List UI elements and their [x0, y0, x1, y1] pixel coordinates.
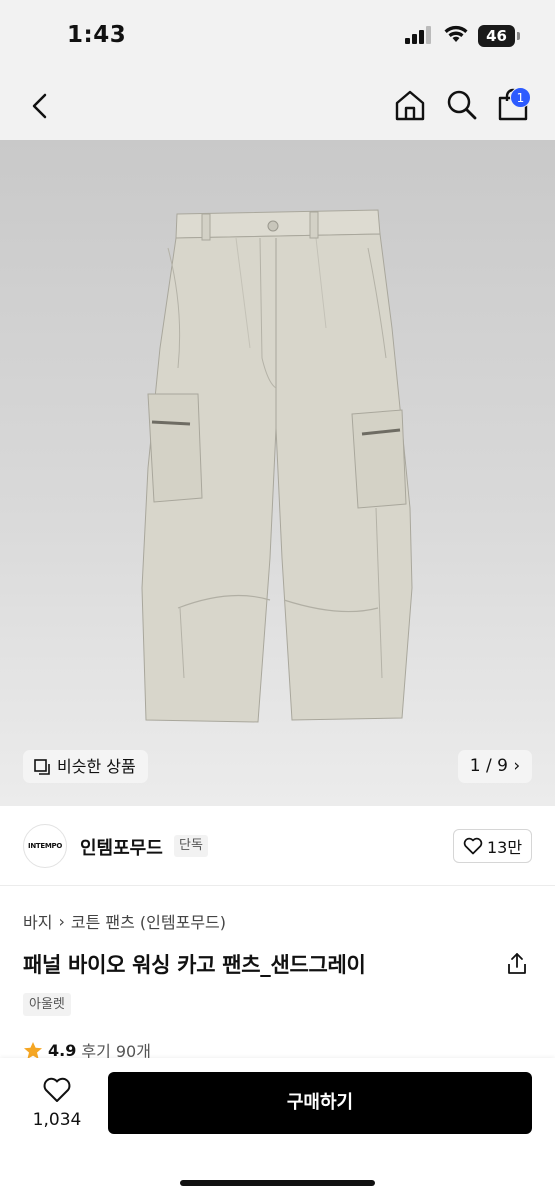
breadcrumb-separator-icon: ›	[58, 911, 65, 931]
heart-icon	[463, 837, 483, 855]
brand-name[interactable]: 인템포무드	[80, 834, 163, 860]
battery-cap	[517, 32, 520, 40]
status-bar: 1:43 46	[0, 0, 555, 72]
brand-like-count: 13만	[486, 838, 523, 857]
brand-logo[interactable]: INTEMPO	[23, 824, 67, 868]
image-pager[interactable]: 1 / 9 ›	[458, 750, 532, 783]
exclusive-badge: 단독	[174, 835, 208, 857]
search-icon[interactable]	[446, 89, 478, 121]
breadcrumb-subcategory[interactable]: 코튼 팬츠 (인템포무드)	[71, 909, 226, 933]
similar-products-label: 비슷한 상품	[57, 757, 136, 776]
product-image-gallery[interactable]: 비슷한 상품 1 / 9 ›	[0, 140, 555, 806]
cellular-signal-icon	[405, 26, 431, 44]
similar-products-button[interactable]: 비슷한 상품	[23, 750, 148, 783]
outlet-badge: 아울렛	[23, 993, 71, 1016]
copy-icon	[34, 758, 50, 775]
wifi-icon	[444, 25, 468, 42]
home-icon[interactable]	[393, 88, 427, 122]
status-time: 1:43	[67, 22, 127, 48]
bottom-purchase-bar: 1,034 구매하기	[0, 1058, 555, 1200]
pager-text: 1 / 9	[469, 756, 508, 776]
heart-outline-icon	[43, 1077, 71, 1102]
brand-like-button[interactable]: 13만	[453, 829, 532, 863]
battery-indicator: 46	[478, 25, 515, 47]
top-nav: 1	[0, 72, 555, 140]
buy-button[interactable]: 구매하기	[108, 1072, 532, 1134]
brand-row: INTEMPO 인템포무드 단독 13만	[0, 806, 555, 886]
star-icon	[24, 1041, 42, 1059]
product-title: 패널 바이오 워싱 카고 팬츠_샌드그레이	[23, 953, 366, 977]
back-chevron-icon[interactable]	[24, 90, 56, 122]
wishlist-button[interactable]: 1,034	[28, 1076, 86, 1130]
breadcrumb-category[interactable]: 바지	[23, 909, 52, 933]
breadcrumb: 바지 › 코튼 팬츠 (인템포무드)	[23, 909, 226, 933]
chevron-right-icon: ›	[513, 756, 521, 776]
cart-count-badge: 1	[510, 87, 531, 108]
product-image	[141, 209, 413, 723]
rating-score: 4.9	[48, 1040, 77, 1060]
share-icon[interactable]	[506, 952, 528, 976]
home-indicator	[180, 1180, 375, 1186]
wishlist-count: 1,034	[32, 1110, 82, 1130]
